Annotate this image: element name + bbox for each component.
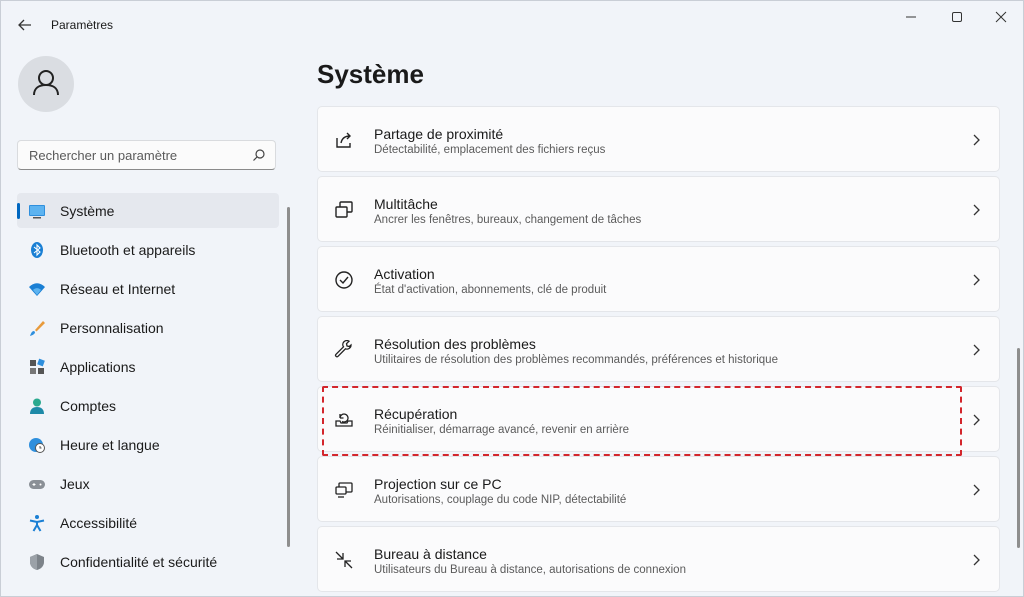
- settings-list: Partage de proximité Détectabilité, empl…: [317, 106, 1000, 596]
- remote-desktop-icon: [335, 551, 353, 569]
- card-title: Bureau à distance: [374, 546, 487, 562]
- sidebar-item-accessibilite[interactable]: Accessibilité: [17, 505, 279, 540]
- sidebar-item-personnalisation[interactable]: Personnalisation: [17, 310, 279, 345]
- card-title: Multitâche: [374, 196, 438, 212]
- sidebar-item-label: Accessibilité: [60, 515, 138, 531]
- wrench-icon: [334, 340, 352, 358]
- card-projection[interactable]: Projection sur ce PC Autorisations, coup…: [317, 456, 1000, 522]
- sidebar-item-label: Personnalisation: [60, 320, 164, 336]
- globe-clock-icon: [29, 438, 45, 453]
- sidebar-item-confidentialite[interactable]: Confidentialité et sécurité: [17, 544, 279, 579]
- card-subtitle: Ancrer les fenêtres, bureaux, changement…: [374, 214, 642, 226]
- settings-window: Paramètres Rechercher un paramètre Systè…: [0, 0, 1024, 597]
- avatar[interactable]: [18, 56, 74, 112]
- page-title: Système: [317, 59, 424, 89]
- card-multitache[interactable]: Multitâche Ancrer les fenêtres, bureaux,…: [317, 176, 1000, 242]
- user-icon: [33, 70, 59, 96]
- close-icon[interactable]: [981, 7, 1021, 27]
- sidebar-item-applications[interactable]: Applications: [17, 349, 279, 384]
- chevron-right-icon: [973, 344, 980, 356]
- chevron-right-icon: [973, 134, 980, 146]
- sidebar-nav: Système Bluetooth et appareils Réseau et…: [17, 193, 279, 583]
- card-subtitle: Détectabilité, emplacement des fichiers …: [374, 144, 606, 156]
- wifi-icon: [29, 283, 45, 296]
- card-subtitle: Utilisateurs du Bureau à distance, autor…: [374, 564, 686, 576]
- share-icon: [336, 132, 351, 148]
- card-subtitle: Utilitaires de résolution des problèmes …: [374, 354, 778, 366]
- sidebar-item-label: Réseau et Internet: [60, 281, 176, 297]
- sidebar-scrollbar[interactable]: [287, 207, 290, 547]
- sidebar-item-label: Applications: [60, 359, 136, 375]
- card-subtitle: État d'activation, abonnements, clé de p…: [374, 284, 607, 296]
- shield-icon: [30, 554, 44, 570]
- projection-icon: [335, 482, 353, 498]
- gamepad-icon: [29, 480, 45, 489]
- search-icon[interactable]: [252, 148, 266, 162]
- sidebar-item-jeux[interactable]: Jeux: [17, 466, 279, 501]
- sidebar-item-label: Bluetooth et appareils: [60, 242, 196, 258]
- sidebar-item-label: Heure et langue: [60, 437, 160, 453]
- sidebar-item-label: Confidentialité et sécurité: [60, 554, 218, 570]
- sidebar-item-heure[interactable]: Heure et langue: [17, 427, 279, 462]
- chevron-right-icon: [973, 554, 980, 566]
- bluetooth-icon: [31, 242, 43, 258]
- card-activation[interactable]: Activation État d'activation, abonnement…: [317, 246, 1000, 312]
- chevron-right-icon: [973, 274, 980, 286]
- sidebar-item-label: Jeux: [60, 476, 90, 492]
- card-title: Activation: [374, 266, 435, 282]
- minimize-icon[interactable]: [891, 7, 931, 27]
- card-title: Projection sur ce PC: [374, 476, 502, 492]
- brush-icon: [30, 321, 45, 336]
- apps-icon: [30, 358, 45, 374]
- monitor-icon: [29, 205, 45, 219]
- content-scrollbar[interactable]: [1017, 348, 1020, 548]
- sidebar-item-comptes[interactable]: Comptes: [17, 388, 279, 423]
- card-title: Partage de proximité: [374, 126, 504, 142]
- sidebar-item-label: Comptes: [60, 398, 117, 414]
- multitask-icon: [335, 201, 353, 218]
- sidebar-item-systeme[interactable]: Système: [17, 193, 279, 228]
- card-title: Résolution des problèmes: [374, 336, 536, 352]
- title-bar: Paramètres: [1, 1, 1023, 47]
- chevron-right-icon: [973, 484, 980, 496]
- accessibility-icon: [29, 515, 45, 532]
- check-circle-icon: [335, 271, 353, 289]
- chevron-right-icon: [973, 204, 980, 216]
- back-arrow-icon[interactable]: [15, 15, 35, 35]
- account-icon: [30, 398, 44, 414]
- card-partage-proximite[interactable]: Partage de proximité Détectabilité, empl…: [317, 106, 1000, 172]
- active-indicator: [17, 203, 20, 219]
- chevron-right-icon: [973, 414, 980, 426]
- card-bureau-distance[interactable]: Bureau à distance Utilisateurs du Bureau…: [317, 526, 1000, 592]
- card-resolution-problemes[interactable]: Résolution des problèmes Utilitaires de …: [317, 316, 1000, 382]
- search-placeholder: Rechercher un paramètre: [29, 148, 178, 163]
- highlight-box: [322, 386, 962, 456]
- maximize-icon[interactable]: [937, 7, 977, 27]
- sidebar-item-reseau[interactable]: Réseau et Internet: [17, 271, 279, 306]
- search-input[interactable]: Rechercher un paramètre: [17, 140, 276, 170]
- app-title: Paramètres: [51, 18, 114, 32]
- sidebar-item-bluetooth[interactable]: Bluetooth et appareils: [17, 232, 279, 267]
- sidebar-item-label: Système: [60, 203, 115, 219]
- card-subtitle: Autorisations, couplage du code NIP, dét…: [374, 494, 627, 506]
